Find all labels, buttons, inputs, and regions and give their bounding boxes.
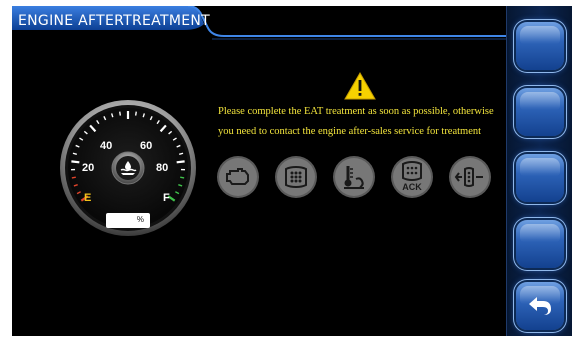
gauge-unit: % <box>136 215 144 224</box>
gauge-label-60: 60 <box>140 140 153 152</box>
warning-line-2: you need to contact the engine after-sal… <box>218 126 482 137</box>
page-title: ENGINE AFTERTREATMENT <box>18 13 210 29</box>
gauge-tick <box>176 160 185 164</box>
warning-triangle-icon <box>344 71 376 105</box>
aftertreatment-screen: ENGINE AFTERTREATMENT 20 40 60 80 E F % … <box>12 6 572 336</box>
side-button-2[interactable] <box>516 88 564 136</box>
gauge-tick <box>71 176 76 179</box>
ack-label: ACK <box>402 182 422 192</box>
gauge-tick <box>180 176 185 179</box>
def-fluid-icon <box>118 158 138 178</box>
gauge-tick <box>134 111 137 116</box>
side-button-4[interactable] <box>516 220 564 268</box>
check-engine-icon <box>216 155 260 199</box>
gauge-empty-label: E <box>84 192 92 204</box>
side-button-1[interactable] <box>516 22 564 70</box>
side-button-panel <box>506 6 572 336</box>
gauge-percent-readout: % <box>106 213 150 228</box>
regen-inhibit-icon <box>448 155 492 199</box>
gauge-label-40: 40 <box>100 140 113 152</box>
dpf-ack-icon: ACK <box>390 155 434 199</box>
gauge-tick <box>119 111 122 116</box>
gauge-tick <box>71 160 80 164</box>
warning-message: Please complete the EAT treatment as soo… <box>218 102 494 142</box>
back-button[interactable] <box>516 282 564 330</box>
title-bar: ENGINE AFTERTREATMENT <box>12 6 506 42</box>
back-arrow-icon <box>516 282 564 330</box>
side-button-3[interactable] <box>516 154 564 202</box>
warning-line-1: Please complete the EAT treatment as soo… <box>218 106 494 117</box>
dpf-filter-icon <box>274 155 318 199</box>
gauge-label-80: 80 <box>156 162 169 174</box>
gauge-label-20: 20 <box>82 162 95 174</box>
gauge-full-label: F <box>163 192 170 204</box>
exhaust-temp-icon <box>332 155 376 199</box>
